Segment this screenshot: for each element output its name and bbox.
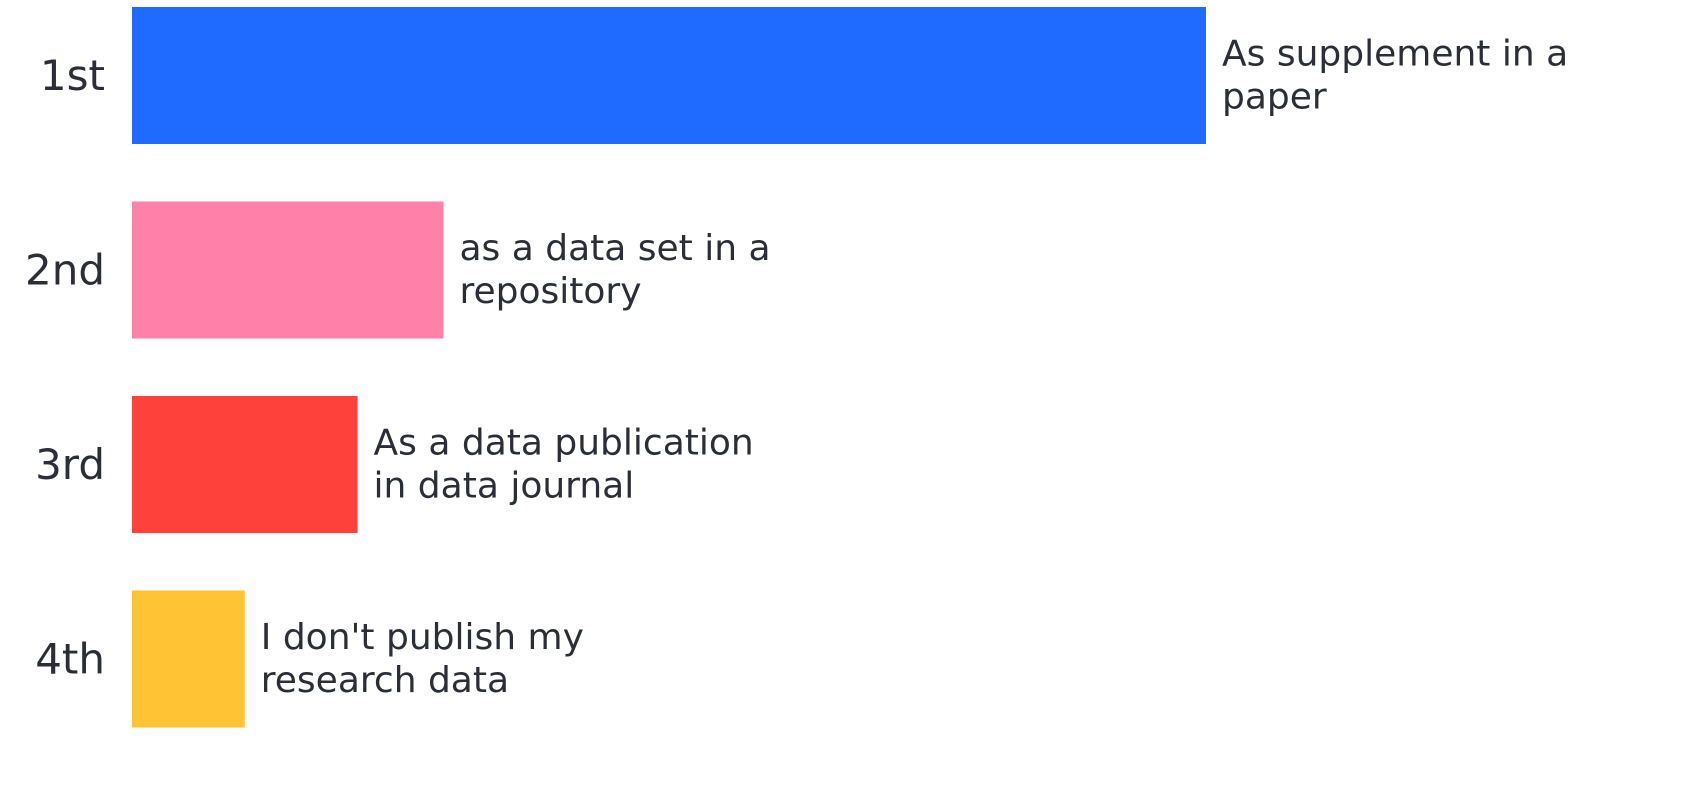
- rank-label: 2nd: [25, 246, 105, 295]
- bar-label-line: in data journal: [374, 466, 635, 507]
- ranking-bar-chart: 1st As supplement in a paper 2nd as a data s…: [25, 7, 1568, 728]
- rank-label: 3rd: [35, 440, 105, 489]
- bar: [132, 7, 1206, 144]
- rank-label: 1st: [40, 51, 105, 100]
- bar-label-line: as a data set in a: [459, 228, 770, 269]
- bar-label: As a data publication in data journal: [374, 423, 754, 507]
- bar-label: As supplement in a paper: [1222, 34, 1568, 118]
- bar-label-line: research data: [261, 660, 509, 701]
- bar-label-line: repository: [459, 271, 641, 312]
- bar: [132, 396, 358, 533]
- rank-label: 4th: [35, 635, 105, 684]
- bar: [132, 201, 444, 339]
- bar: [132, 590, 245, 728]
- bar-label: I don't publish my research data: [261, 617, 584, 701]
- bar-label-line: I don't publish my: [261, 617, 584, 658]
- bar-label: as a data set in a repository: [459, 228, 770, 312]
- bar-label-line: paper: [1222, 77, 1327, 118]
- bar-label-line: As a data publication: [374, 423, 754, 464]
- bar-label-line: As supplement in a: [1222, 34, 1568, 75]
